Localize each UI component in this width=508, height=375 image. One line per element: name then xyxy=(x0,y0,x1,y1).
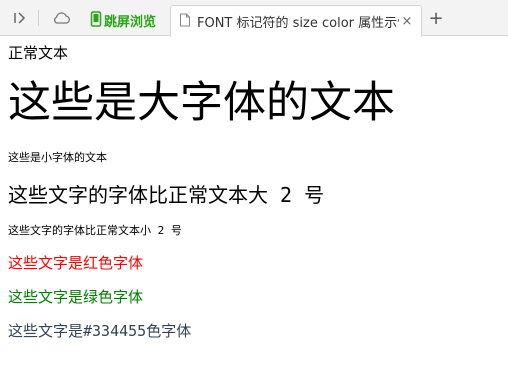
tab-title: FONT 标记符的 size color 属性示例 xyxy=(197,16,399,31)
plus-two-size-text: 这些文字的字体比正常文本大 2 号 xyxy=(8,183,325,207)
browser-window: 跳屏浏览 FONT 标记符的 size color 属性示例 × + 正常文本 … xyxy=(0,0,508,375)
tab-jump-screen-browse[interactable]: 跳屏浏览 xyxy=(86,5,166,36)
small-text: 这些是小字体的文本 xyxy=(8,151,107,164)
tab-label: 跳屏浏览 xyxy=(104,15,157,30)
green-text: 这些文字是绿色字体 xyxy=(8,288,144,306)
new-tab-button[interactable]: + xyxy=(426,8,446,29)
red-text: 这些文字是红色字体 xyxy=(8,254,144,272)
phone-icon xyxy=(90,10,102,31)
minus-two-size-text: 这些文字的字体比正常文本小 2 号 xyxy=(8,224,182,237)
document-icon xyxy=(179,13,191,31)
page-content: 正常文本 这些是大字体的文本 这些是小字体的文本 这些文字的字体比正常文本大 2… xyxy=(8,36,508,375)
normal-text: 正常文本 xyxy=(8,44,69,62)
tab-bar: 跳屏浏览 FONT 标记符的 size color 属性示例 × + xyxy=(0,0,508,37)
sidebar-toggle-icon[interactable] xyxy=(8,6,32,30)
custom-color-text: 这些文字是#334455色字体 xyxy=(8,322,192,340)
toolbar-divider xyxy=(38,10,39,26)
tab-active[interactable]: FONT 标记符的 size color 属性示例 × xyxy=(170,5,422,37)
cloud-icon[interactable] xyxy=(50,6,74,30)
close-icon[interactable]: × xyxy=(399,14,415,30)
large-text: 这些是大字体的文本 xyxy=(8,78,395,128)
